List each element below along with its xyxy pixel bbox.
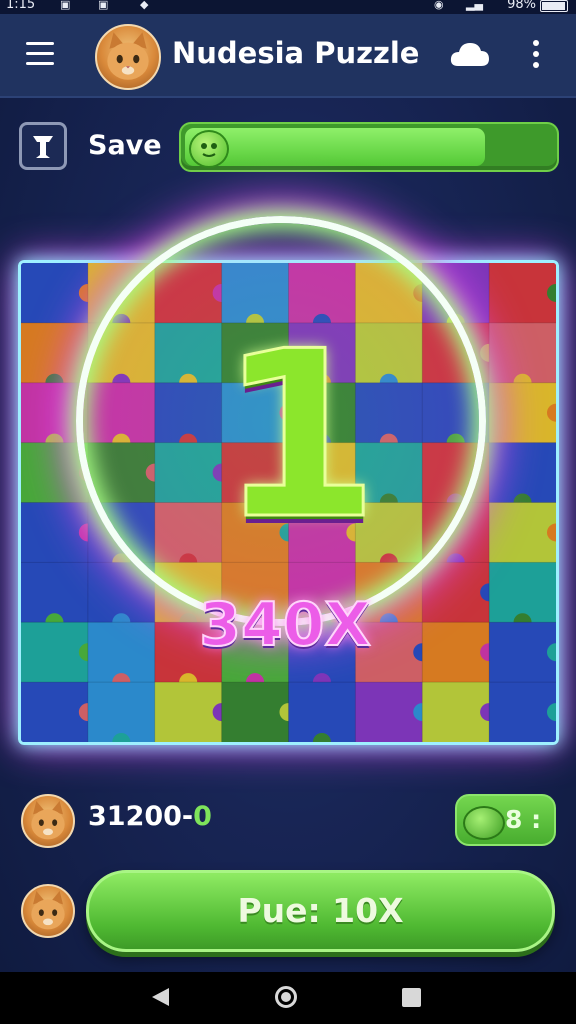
score-zero: 0	[193, 801, 212, 832]
lives-button[interactable]: 8 :	[455, 794, 556, 846]
cat-avatar-image	[107, 32, 149, 80]
more-vertical-icon[interactable]	[528, 38, 544, 70]
hamburger-icon[interactable]	[26, 42, 56, 66]
signal-icon: ▂▄	[466, 0, 483, 11]
status-bar: 1:15 ▣ ▣ ◆ ◉ ▂▄ 98%	[0, 0, 576, 14]
level-number: 1	[217, 303, 380, 570]
save-label: Save	[88, 130, 162, 161]
status-time: 1:15	[6, 0, 36, 12]
slime-icon	[463, 806, 505, 840]
play-button[interactable]: Pue: 10X	[86, 870, 555, 952]
battery-percent: 98%	[507, 0, 536, 12]
home-icon[interactable]	[275, 986, 297, 1008]
page-title: Nudesia Puzzle	[172, 36, 420, 70]
player-avatar	[21, 794, 75, 848]
save-button[interactable]	[19, 122, 67, 170]
app-bar: Nudesia Puzzle	[0, 14, 576, 98]
lives-count: 8 :	[505, 805, 542, 834]
notification-icon: ▣	[60, 0, 71, 11]
player-avatar-2	[21, 884, 75, 938]
score-value: 31200-0	[88, 801, 212, 832]
multiplier-text: 340X	[198, 589, 372, 661]
save-icon	[33, 136, 53, 158]
eye-icon: ◉	[434, 0, 444, 11]
cloud-icon[interactable]	[450, 40, 490, 68]
battery-icon	[540, 0, 568, 12]
avatar[interactable]	[95, 24, 161, 90]
system-nav-bar	[0, 972, 576, 1024]
slime-icon	[189, 130, 229, 168]
notification-icon-2: ▣	[98, 0, 109, 11]
recent-apps-icon[interactable]	[402, 988, 421, 1007]
location-icon: ◆	[140, 0, 149, 11]
play-button-label: Pue: 10X	[237, 891, 404, 930]
score-number: 31200-	[88, 801, 194, 832]
save-progress-bar	[179, 122, 559, 172]
progress-fill	[185, 128, 486, 166]
back-icon[interactable]	[149, 986, 171, 1008]
